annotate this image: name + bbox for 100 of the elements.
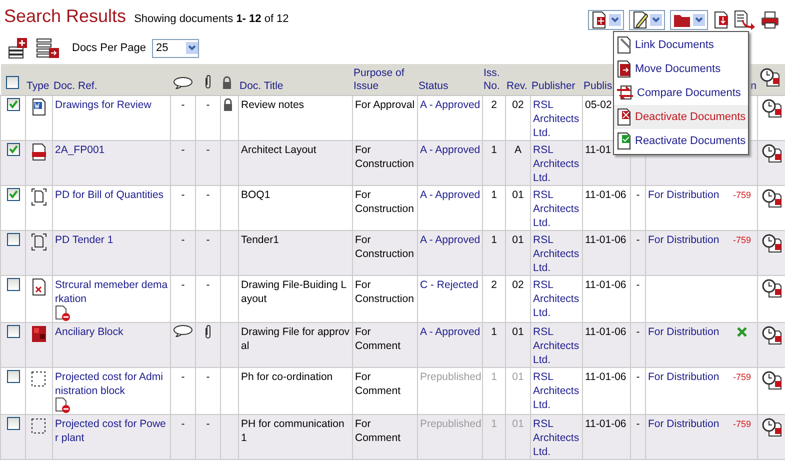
table-cell-text: - — [635, 417, 641, 431]
table-cell-text: For Comment — [355, 325, 402, 353]
export-button[interactable] — [734, 10, 756, 30]
table-cell-text: - — [635, 278, 641, 292]
table-cell-text: 11-01-06 — [585, 325, 628, 339]
pencil-icon — [632, 11, 648, 29]
table-cell-text: - — [205, 233, 211, 247]
days-count: -759 — [732, 234, 751, 247]
table-cell-text: - — [180, 98, 186, 112]
download-button[interactable] — [713, 11, 729, 29]
paperclip-icon — [204, 325, 212, 339]
table-cell: For Approval — [355, 98, 415, 112]
table-cell-text: - — [205, 143, 211, 157]
table-cell-text: For Comment — [355, 417, 402, 445]
history-icon[interactable] — [760, 278, 782, 298]
table-cell-text: A — [513, 143, 522, 157]
stacked-documents-plus-icon[interactable] — [8, 37, 30, 59]
row-checkbox[interactable] — [7, 325, 20, 338]
document-link[interactable]: Anciliary Block — [55, 325, 124, 339]
select-all-checkbox[interactable] — [6, 76, 18, 89]
history-icon[interactable] — [760, 188, 782, 208]
table-cell-text: - — [205, 417, 211, 431]
table-cell-text: - — [635, 188, 641, 202]
table-cell-text: 01 — [511, 370, 525, 384]
printer-icon — [761, 11, 779, 29]
table-cell-text: - — [635, 325, 641, 339]
table-cell-text: - — [205, 188, 211, 202]
add-document-dropdown[interactable] — [588, 10, 624, 30]
table-cell: For Construction — [355, 188, 415, 216]
edit-dropdown[interactable] — [629, 10, 665, 30]
move-documents-icon — [616, 60, 632, 78]
menu-item[interactable]: Compare Documents — [614, 81, 748, 105]
table-cell-text: 2 — [490, 278, 498, 292]
caret-icon — [650, 14, 662, 26]
table-cell-text: Tender1 — [241, 233, 280, 247]
table-cell-text: 11-01-06 — [585, 417, 628, 431]
status-label: A - Approved — [420, 98, 482, 112]
table-cell-text: - — [635, 233, 641, 247]
menu-item[interactable]: Deactivate Documents — [614, 105, 748, 129]
table-cell-text: 11-01-06 — [585, 188, 628, 202]
status-label: A - Approved — [420, 143, 482, 157]
row-checkbox[interactable] — [7, 98, 20, 111]
caret-icon — [693, 14, 705, 26]
docs-per-page-select[interactable]: 25 — [152, 38, 199, 58]
menu-item[interactable]: Link Documents — [614, 33, 748, 57]
print-button[interactable] — [761, 11, 779, 29]
table-cell-text: 11-01-06 — [585, 370, 628, 384]
history-icon[interactable] — [760, 233, 782, 253]
table-cell-text: - — [180, 278, 186, 292]
days-count: -759 — [732, 418, 751, 431]
status-label: C - Rejected — [420, 278, 480, 292]
table-cell-text: - — [180, 417, 186, 431]
docs-per-page-label: Docs Per Page — [72, 42, 146, 54]
table-cell-text: 01 — [511, 417, 525, 431]
row-checkbox[interactable] — [7, 370, 20, 383]
table-cell-text: - — [205, 278, 211, 292]
menu-item[interactable]: Move Documents — [614, 57, 748, 81]
days-count: -759 — [732, 189, 751, 202]
history-icon[interactable] — [760, 143, 782, 163]
folder-dropdown[interactable] — [670, 10, 708, 30]
stacked-documents-arrow-icon[interactable] — [36, 37, 60, 59]
distribution-link[interactable]: For Distribution — [648, 233, 720, 247]
folder-icon — [673, 12, 691, 28]
table-cell-text: 1 — [490, 370, 498, 384]
distribution-link[interactable]: For Distribution — [648, 325, 720, 339]
history-icon[interactable] — [760, 98, 782, 118]
document-link[interactable]: 2A_FP001 — [55, 143, 105, 157]
document-link[interactable]: PD Tender 1 — [55, 233, 114, 247]
caret-icon — [609, 14, 621, 26]
table-cell-text: 1 — [490, 233, 498, 247]
distribution-link[interactable]: For Distribution — [648, 370, 720, 384]
status-label: Prepublished — [420, 417, 482, 431]
results-summary: Showing documents 1- 12 of 12 — [134, 13, 289, 25]
row-checkbox[interactable] — [7, 233, 20, 246]
row-checkbox[interactable] — [7, 417, 20, 430]
table-cell-text: - — [205, 98, 211, 112]
table-cell-text: - — [180, 370, 186, 384]
row-checkbox[interactable] — [7, 278, 20, 291]
history-icon[interactable] — [760, 370, 782, 390]
status-label: Prepublished — [420, 370, 482, 384]
comment-icon — [173, 77, 193, 89]
status-label: A - Approved — [420, 325, 482, 339]
history-icon[interactable] — [758, 67, 780, 87]
table-cell-text: 01 — [511, 188, 525, 202]
table-cell-text: 11-01-06 — [585, 233, 628, 247]
history-icon[interactable] — [760, 417, 782, 437]
table-cell-text: 01 — [511, 233, 525, 247]
distribution-link[interactable]: For Distribution — [648, 417, 720, 431]
distribution-link[interactable]: For Distribution — [648, 188, 720, 202]
table-cell-text: Architect Layout — [241, 143, 318, 157]
lock-icon — [222, 76, 232, 89]
table-cell-text: 05-02 — [585, 98, 613, 112]
row-checkbox[interactable] — [7, 188, 20, 201]
row-checkbox[interactable] — [7, 143, 20, 156]
lock-icon — [223, 98, 233, 111]
table-cell-text: PH for communication1 — [241, 417, 346, 445]
menu-item[interactable]: Reactivate Documents — [614, 129, 748, 153]
history-icon[interactable] — [760, 325, 782, 345]
table-cell-text: For Comment — [355, 370, 402, 398]
table-cell-text: 1 — [490, 188, 498, 202]
